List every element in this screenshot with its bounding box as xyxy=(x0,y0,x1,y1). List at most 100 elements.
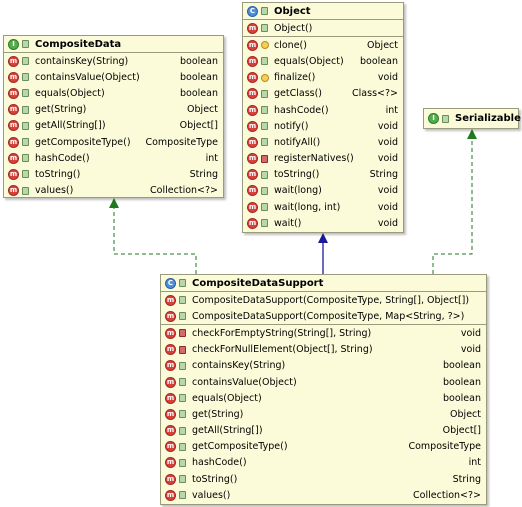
public-visibility-icon xyxy=(178,457,187,468)
member-return-type: CompositeType xyxy=(145,136,218,148)
method-icon: m xyxy=(165,294,176,306)
member-signature: toString() xyxy=(274,169,320,181)
member-row[interactable]: m equals(Object) boolean xyxy=(243,53,403,69)
member-signature: getCompositeType() xyxy=(35,136,131,148)
member-return-type: void xyxy=(460,344,481,356)
method-icon: m xyxy=(8,168,19,180)
public-visibility-icon xyxy=(260,121,269,132)
public-visibility-icon xyxy=(21,137,30,148)
member-signature: values() xyxy=(35,185,74,197)
member-row[interactable]: m finalize() void xyxy=(243,70,403,86)
public-visibility-icon xyxy=(260,218,269,229)
class-icon: C xyxy=(247,5,258,17)
member-row[interactable]: m toString() String xyxy=(161,471,486,487)
member-row[interactable]: m checkForEmptyString(String[], String) vo… xyxy=(161,325,486,341)
class-box-compositedata[interactable]: I CompositeData m containsKey(String) bool… xyxy=(3,35,224,198)
member-row[interactable]: m getAll(String[]) Object[] xyxy=(4,118,223,134)
member-row[interactable]: m wait() void xyxy=(243,215,403,231)
member-signature: getClass() xyxy=(274,88,323,100)
class-box-serializable[interactable]: I Serializable xyxy=(423,108,521,129)
member-signature: equals(Object) xyxy=(35,87,105,99)
public-visibility-icon xyxy=(178,441,187,452)
method-icon: m xyxy=(165,425,176,437)
method-icon: m xyxy=(247,88,258,100)
member-row[interactable]: m hashCode() int xyxy=(243,102,403,118)
class-name: CompositeDataSupport xyxy=(192,277,324,289)
class-header: I CompositeData xyxy=(4,36,223,52)
member-signature: containsKey(String) xyxy=(192,360,286,372)
class-name: CompositeData xyxy=(35,38,122,50)
method-icon: m xyxy=(247,169,258,181)
member-signature: values() xyxy=(192,489,231,501)
method-icon: m xyxy=(8,136,19,148)
member-signature: containsValue(Object) xyxy=(192,376,297,388)
method-icon: m xyxy=(165,408,176,420)
method-icon: m xyxy=(247,22,258,34)
member-row[interactable]: m values() Collection<?> xyxy=(161,487,486,503)
member-row[interactable]: m wait(long, int) void xyxy=(243,199,403,215)
member-signature: get(String) xyxy=(35,104,87,116)
public-visibility-icon xyxy=(260,23,269,34)
member-row[interactable]: m values() Collection<?> xyxy=(4,183,223,199)
member-signature: notifyAll() xyxy=(274,136,321,148)
member-row[interactable]: m containsKey(String) boolean xyxy=(161,358,486,374)
member-row[interactable]: m hashCode() int xyxy=(161,455,486,471)
member-row[interactable]: m containsValue(Object) boolean xyxy=(161,374,486,390)
public-visibility-icon xyxy=(21,72,30,83)
member-row[interactable]: m wait(long) void xyxy=(243,183,403,199)
member-row[interactable]: m equals(Object) boolean xyxy=(161,390,486,406)
method-icon: m xyxy=(8,185,19,197)
member-return-type: Object[] xyxy=(179,120,218,132)
member-signature: hashCode() xyxy=(35,152,90,164)
member-return-type: void xyxy=(377,153,398,165)
member-row[interactable]: m CompositeDataSupport(CompositeType, Str… xyxy=(161,292,486,308)
method-icon: m xyxy=(165,473,176,485)
method-icon: m xyxy=(247,72,258,84)
member-row[interactable]: m hashCode() int xyxy=(4,150,223,166)
member-row[interactable]: m getCompositeType() CompositeType xyxy=(161,439,486,455)
member-return-type: void xyxy=(460,327,481,339)
constructor-section: m CompositeDataSupport(CompositeType, Str… xyxy=(161,291,486,324)
member-signature: toString() xyxy=(192,473,238,485)
method-icon: m xyxy=(165,489,176,501)
member-row[interactable]: m equals(Object) boolean xyxy=(4,85,223,101)
member-row[interactable]: m toString() String xyxy=(243,167,403,183)
member-return-type: void xyxy=(377,136,398,148)
member-return-type: String xyxy=(189,168,218,180)
public-visibility-icon xyxy=(178,377,187,388)
realization-edge-compositedata xyxy=(113,208,197,274)
member-row[interactable]: m toString() String xyxy=(4,166,223,182)
member-row[interactable]: m notifyAll() void xyxy=(243,134,403,150)
member-row[interactable]: m containsKey(String) boolean xyxy=(4,53,223,69)
public-visibility-icon xyxy=(21,39,30,50)
member-return-type: int xyxy=(205,152,218,164)
public-visibility-icon xyxy=(178,490,187,501)
member-return-type: String xyxy=(369,169,398,181)
member-return-type: int xyxy=(385,104,398,116)
member-return-type: CompositeType xyxy=(408,441,481,453)
member-row[interactable]: m CompositeDataSupport(CompositeType, Map… xyxy=(161,308,486,324)
method-icon: m xyxy=(165,376,176,388)
member-row[interactable]: m getClass() Class<?> xyxy=(243,86,403,102)
method-icon: m xyxy=(8,104,19,116)
public-visibility-icon xyxy=(21,56,30,67)
member-row[interactable]: m getCompositeType() CompositeType xyxy=(4,134,223,150)
member-row[interactable]: m get(String) Object xyxy=(4,102,223,118)
member-row[interactable]: m clone() Object xyxy=(243,37,403,53)
member-row[interactable]: m registerNatives() void xyxy=(243,151,403,167)
member-row[interactable]: m get(String) Object xyxy=(161,406,486,422)
constructor-section: m Object() xyxy=(243,19,403,36)
member-return-type: boolean xyxy=(360,55,398,67)
public-visibility-icon xyxy=(260,137,269,148)
private-visibility-icon xyxy=(178,344,187,355)
member-row[interactable]: m notify() void xyxy=(243,118,403,134)
member-row[interactable]: m Object() xyxy=(243,20,403,36)
class-box-object[interactable]: C Object m Object() m clone() Object m equals… xyxy=(242,2,404,233)
member-row[interactable]: m getAll(String[]) Object[] xyxy=(161,423,486,439)
method-icon: m xyxy=(8,55,19,67)
member-row[interactable]: m containsValue(Object) boolean xyxy=(4,69,223,85)
class-box-compositedatasupport[interactable]: C CompositeDataSupport m CompositeDataSup… xyxy=(160,274,487,505)
public-visibility-icon xyxy=(260,169,269,180)
member-row[interactable]: m checkForNullElement(Object[], String) vo… xyxy=(161,342,486,358)
public-visibility-icon xyxy=(178,360,187,371)
